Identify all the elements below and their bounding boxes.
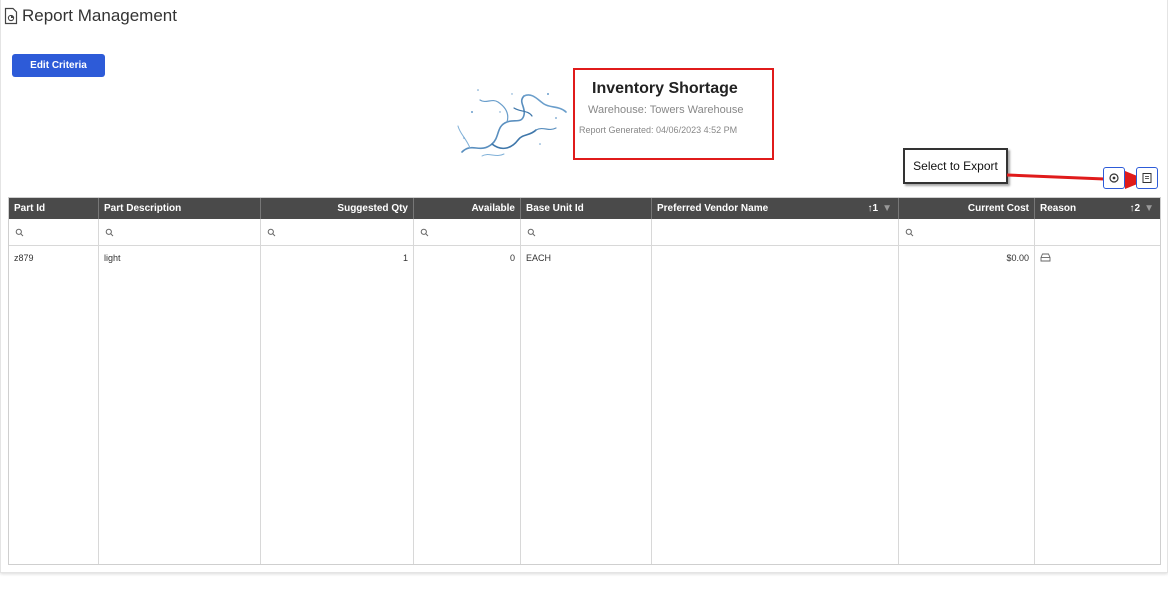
- cell-current-cost: $0.00: [899, 246, 1035, 564]
- filter-base-unit-id[interactable]: [521, 219, 652, 245]
- filter-available[interactable]: [414, 219, 521, 245]
- inbox-icon[interactable]: [1040, 253, 1051, 262]
- col-header-preferred-vendor[interactable]: Preferred Vendor Name ↑1 ▼: [652, 198, 899, 219]
- reason-sort-order: ↑2: [1129, 203, 1141, 214]
- vendor-sort-indicator[interactable]: ↑1 ▼: [868, 198, 892, 219]
- col-header-suggested-qty[interactable]: Suggested Qty: [261, 198, 414, 219]
- export-button[interactable]: [1136, 167, 1158, 189]
- filter-icon[interactable]: ▼: [882, 203, 892, 214]
- report-grid: Part Id Part Description Suggested Qty A…: [8, 197, 1161, 565]
- search-icon: [527, 228, 536, 236]
- report-title: Inventory Shortage: [592, 80, 738, 97]
- filter-part-description[interactable]: [99, 219, 261, 245]
- report-doc-icon: [4, 7, 18, 25]
- filter-preferred-vendor: [652, 219, 899, 245]
- export-icon: [1142, 173, 1152, 183]
- vendor-sort-order: ↑1: [867, 203, 879, 214]
- search-icon: [15, 228, 24, 236]
- report-generated: Report Generated: 04/06/2023 4:52 PM: [579, 125, 738, 135]
- callout-arrow: [1006, 171, 1147, 189]
- cell-suggested-qty: 1: [261, 246, 414, 564]
- col-header-part-id[interactable]: Part Id: [9, 198, 99, 219]
- search-icon: [905, 228, 914, 236]
- cell-reason: [1035, 246, 1160, 564]
- filter-suggested-qty[interactable]: [261, 219, 414, 245]
- water-dragon-logo: [457, 89, 567, 157]
- filter-row: [9, 219, 1160, 246]
- cell-available: 0: [414, 246, 521, 564]
- filter-reason: [1035, 219, 1160, 245]
- edit-criteria-button[interactable]: Edit Criteria: [12, 54, 105, 77]
- search-icon: [420, 228, 429, 236]
- col-header-current-cost[interactable]: Current Cost: [899, 198, 1035, 219]
- report-info-box: Inventory Shortage Warehouse: Towers War…: [573, 68, 774, 160]
- col-header-preferred-vendor-label: Preferred Vendor Name: [657, 203, 769, 214]
- cell-preferred-vendor: [652, 246, 899, 564]
- filter-part-id[interactable]: [9, 219, 99, 245]
- grid-header-row: Part Id Part Description Suggested Qty A…: [9, 198, 1160, 219]
- table-row[interactable]: z879 light 1 0 EACH $0.00: [9, 246, 1160, 564]
- col-header-part-description[interactable]: Part Description: [99, 198, 261, 219]
- page-header: Report Management: [4, 6, 177, 26]
- reason-sort-indicator[interactable]: ↑2 ▼: [1130, 198, 1154, 219]
- settings-button[interactable]: [1103, 167, 1125, 189]
- col-header-reason[interactable]: Reason ↑2 ▼: [1035, 198, 1160, 219]
- col-header-base-unit-id[interactable]: Base Unit Id: [521, 198, 652, 219]
- filter-icon[interactable]: ▼: [1144, 203, 1154, 214]
- filter-current-cost[interactable]: [899, 219, 1035, 245]
- col-header-available[interactable]: Available: [414, 198, 521, 219]
- search-icon: [105, 228, 114, 236]
- cell-part-description: light: [99, 246, 261, 564]
- gear-icon: [1109, 173, 1119, 183]
- cell-base-unit-id: EACH: [521, 246, 652, 564]
- export-callout: Select to Export: [903, 148, 1008, 184]
- report-warehouse: Warehouse: Towers Warehouse: [588, 104, 744, 116]
- page-title: Report Management: [22, 6, 177, 25]
- search-icon: [267, 228, 276, 236]
- col-header-reason-label: Reason: [1040, 203, 1077, 214]
- cell-part-id: z879: [9, 246, 99, 564]
